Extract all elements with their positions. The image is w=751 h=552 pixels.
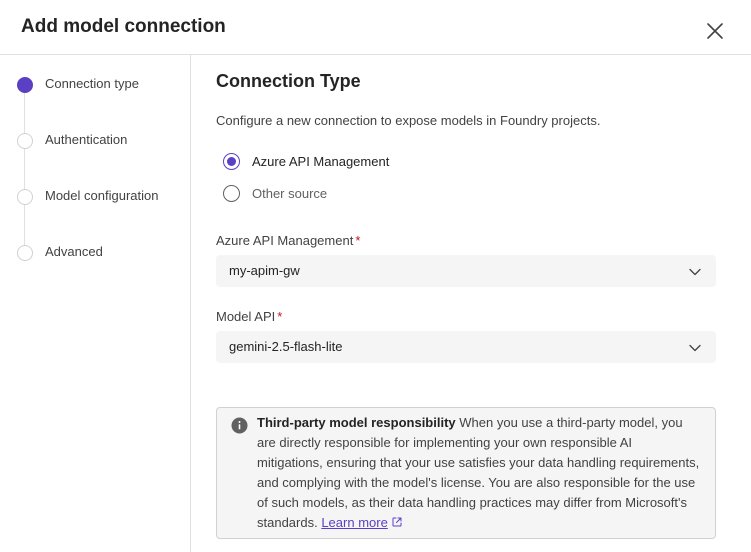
step-model-configuration[interactable]: Model configuration <box>0 181 190 213</box>
chevron-down-icon <box>689 268 701 276</box>
apim-selected-value: my-apim-gw <box>229 263 300 278</box>
step-label: Authentication <box>45 132 128 147</box>
radio-label: Azure API Management <box>252 154 390 169</box>
radio-button-checked[interactable] <box>223 153 240 170</box>
step-indicator <box>17 133 33 149</box>
notice-text: Third-party model responsibility When yo… <box>257 413 701 533</box>
steps-connector <box>24 85 25 253</box>
required-asterisk: * <box>355 233 361 248</box>
notice-body: When you use a third-party model, you ar… <box>257 415 700 530</box>
apim-field-label: Azure API Management * <box>216 233 360 248</box>
step-advanced[interactable]: Advanced <box>0 237 190 269</box>
required-asterisk: * <box>277 309 283 324</box>
close-icon <box>707 23 723 39</box>
main-panel: Connection Type Configure a new connecti… <box>192 55 751 552</box>
model-api-selected-value: gemini-2.5-flash-lite <box>229 339 343 354</box>
step-authentication[interactable]: Authentication <box>0 125 190 157</box>
dialog-header: Add model connection <box>0 0 751 55</box>
chevron-down-icon <box>689 344 701 352</box>
model-api-field-label: Model API * <box>216 309 282 324</box>
close-button[interactable] <box>703 19 727 43</box>
model-api-label-text: Model API <box>216 309 276 324</box>
step-label: Advanced <box>45 244 103 259</box>
external-link-icon <box>392 517 402 527</box>
step-indicator-active <box>17 77 33 93</box>
learn-more-link[interactable]: Learn more <box>321 515 402 530</box>
notice-title: Third-party model responsibility <box>257 415 456 430</box>
section-title: Connection Type <box>216 71 361 91</box>
third-party-notice: Third-party model responsibility When yo… <box>216 407 716 539</box>
step-indicator <box>17 245 33 261</box>
step-indicator <box>17 189 33 205</box>
apim-label-text: Azure API Management <box>216 233 354 248</box>
step-label: Model configuration <box>45 188 159 203</box>
learn-more-label: Learn more <box>321 515 388 530</box>
info-icon <box>231 417 248 434</box>
radio-label: Other source <box>252 186 328 201</box>
step-label: Connection type <box>45 76 139 91</box>
step-connection-type[interactable]: Connection type <box>0 69 190 101</box>
apim-dropdown[interactable]: my-apim-gw <box>216 255 716 287</box>
radio-button[interactable] <box>223 185 240 202</box>
section-description: Configure a new connection to expose mod… <box>216 113 601 128</box>
model-api-dropdown[interactable]: gemini-2.5-flash-lite <box>216 331 716 363</box>
dialog-title: Add model connection <box>21 16 226 37</box>
wizard-steps: Connection type Authentication Model con… <box>0 55 191 552</box>
